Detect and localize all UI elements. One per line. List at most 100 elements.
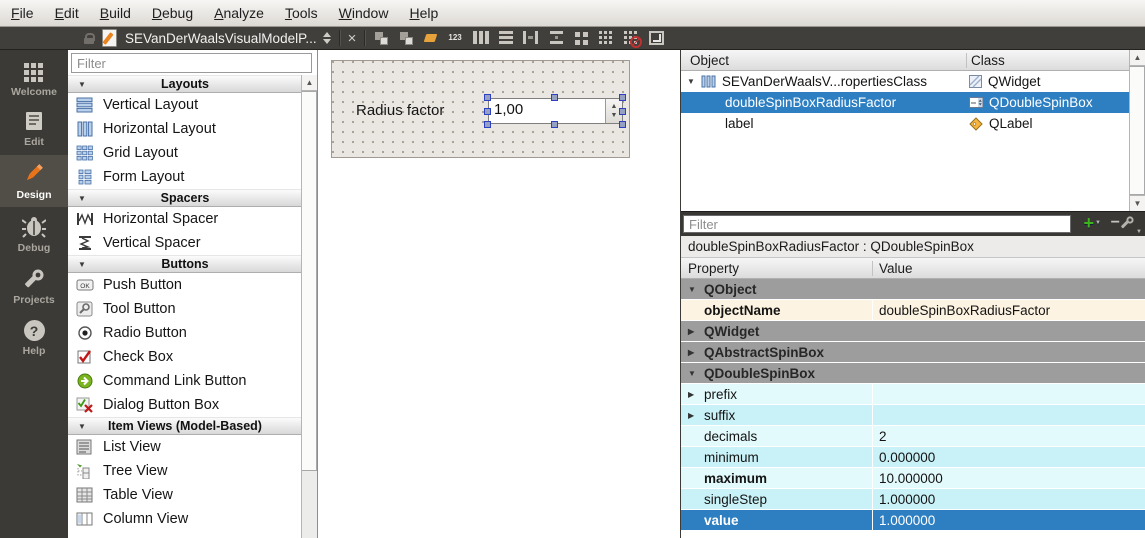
widget-item-radio-button[interactable]: Radio Button [68, 321, 302, 345]
category-item-views[interactable]: ▼ Item Views (Model-Based) [68, 417, 302, 435]
widget-item-tool-button[interactable]: Tool Button [68, 297, 302, 321]
splitter-vertical-icon[interactable] [550, 31, 563, 44]
widget-item-table-view[interactable]: Table View [68, 483, 302, 507]
layout-grid-icon[interactable] [598, 30, 615, 46]
selection-handle-mid-left[interactable] [484, 108, 491, 115]
property-row-suffix[interactable]: ▶suffix [681, 405, 1145, 426]
break-layout-icon[interactable] [623, 30, 640, 46]
property-row-minimum[interactable]: minimum 0.000000 [681, 447, 1145, 468]
chevron-down-icon[interactable]: ▼ [688, 369, 696, 378]
widget-item-dialog-button-box[interactable]: Dialog Button Box [68, 393, 302, 417]
menu-analyze[interactable]: Analyze [214, 5, 264, 21]
widget-item-vertical-layout[interactable]: Vertical Layout [68, 93, 302, 117]
property-group-qdoublespinbox[interactable]: ▼QDoubleSpinBox [681, 363, 1145, 384]
category-buttons[interactable]: ▼ Buttons [68, 255, 302, 273]
spin-up-icon[interactable]: ▲ [611, 104, 618, 110]
scrollbar-thumb[interactable] [1130, 66, 1145, 195]
mode-welcome[interactable]: Welcome [0, 56, 68, 98]
column-object[interactable]: Object [681, 53, 967, 68]
configure-property-editor-button[interactable]: ▼ [1119, 215, 1142, 237]
edit-buddies-icon[interactable] [423, 30, 440, 46]
menu-build[interactable]: Build [100, 5, 131, 21]
chevron-right-icon[interactable]: ▶ [688, 327, 694, 336]
property-row-decimals[interactable]: decimals 2 [681, 426, 1145, 447]
splitter-horizontal-icon[interactable] [523, 31, 538, 44]
selection-handle-top-right[interactable] [619, 94, 626, 101]
widget-filter-input[interactable] [71, 53, 312, 73]
widget-item-push-button[interactable]: OK Push Button [68, 273, 302, 297]
scroll-down-icon[interactable]: ▼ [1130, 195, 1145, 211]
inspector-row-label[interactable]: label QLabel [681, 113, 1129, 134]
selection-handle-bottom-left[interactable] [484, 121, 491, 128]
object-inspector-header[interactable]: Object Class [681, 50, 1129, 71]
chevron-right-icon[interactable]: ▶ [688, 411, 694, 420]
category-spacers[interactable]: ▼ Spacers [68, 189, 302, 207]
inspector-row-doublespinbox[interactable]: doubleSpinBoxRadiusFactor QDoubleSpinBox [681, 92, 1129, 113]
mode-help[interactable]: ? Help [0, 314, 68, 357]
widget-item-list-view[interactable]: List View [68, 435, 302, 459]
selection-handle-bottom-mid[interactable] [551, 121, 558, 128]
chevron-down-icon[interactable]: ▼ [688, 285, 696, 294]
widget-item-command-link-button[interactable]: Command Link Button [68, 369, 302, 393]
scroll-up-icon[interactable]: ▲ [1130, 50, 1145, 66]
adjust-size-icon[interactable] [649, 31, 664, 45]
selection-handle-bottom-right[interactable] [619, 121, 626, 128]
form-canvas[interactable]: Radius factor 1,00 ▲▼ [331, 60, 630, 158]
edit-widgets-icon[interactable] [373, 30, 390, 46]
object-inspector-scrollbar[interactable]: ▲ ▼ [1129, 50, 1145, 211]
property-row-value[interactable]: value 1.000000 [681, 510, 1145, 531]
mode-design[interactable]: Design [0, 155, 68, 207]
edit-signals-slots-icon[interactable] [398, 30, 415, 46]
property-group-qabstractspinbox[interactable]: ▶QAbstractSpinBox [681, 342, 1145, 363]
column-property[interactable]: Property [681, 261, 873, 276]
property-columns-header[interactable]: Property Value [681, 258, 1145, 279]
chevron-right-icon[interactable]: ▶ [688, 348, 694, 357]
edit-tab-order-icon[interactable]: 123 [448, 30, 465, 46]
widget-item-horizontal-spacer[interactable]: Horizontal Spacer [68, 207, 302, 231]
menu-debug[interactable]: Debug [152, 5, 193, 21]
close-document-icon[interactable]: × [348, 31, 357, 46]
menu-file[interactable]: File [11, 5, 34, 21]
menu-help[interactable]: Help [409, 5, 438, 21]
selection-handle-top-mid[interactable] [551, 94, 558, 101]
column-class[interactable]: Class [967, 53, 1005, 68]
widget-item-horizontal-layout[interactable]: Horizontal Layout [68, 117, 302, 141]
mode-debug[interactable]: Debug [0, 210, 68, 254]
widget-item-grid-layout[interactable]: Grid Layout [68, 141, 302, 165]
property-group-qobject[interactable]: ▼QObject [681, 279, 1145, 300]
widget-item-form-layout[interactable]: Form Layout [68, 165, 302, 189]
layout-form-icon[interactable] [573, 30, 590, 46]
mode-projects[interactable]: Projects [0, 262, 68, 306]
menu-window[interactable]: Window [339, 5, 389, 21]
layout-vertical-icon[interactable] [499, 31, 513, 44]
property-group-qwidget[interactable]: ▶QWidget [681, 321, 1145, 342]
selection-handle-top-left[interactable] [484, 94, 491, 101]
selection-handle-mid-right[interactable] [619, 108, 626, 115]
widget-item-vertical-spacer[interactable]: Vertical Spacer [68, 231, 302, 255]
property-row-maximum[interactable]: maximum 10.000000 [681, 468, 1145, 489]
combo-updown-icon[interactable] [323, 32, 331, 44]
property-row-prefix[interactable]: ▶prefix [681, 384, 1145, 405]
widget-box-scrollbar[interactable]: ▲ [301, 75, 317, 538]
menu-edit[interactable]: Edit [55, 5, 79, 21]
category-layouts[interactable]: ▼ Layouts [68, 75, 302, 93]
property-row-singlestep[interactable]: singleStep 1.000000 [681, 489, 1145, 510]
add-dynamic-property-button[interactable]: +▼ [1084, 213, 1101, 235]
widget-item-column-view[interactable]: Column View [68, 507, 302, 531]
menu-tools[interactable]: Tools [285, 5, 318, 21]
scrollbar-thumb[interactable] [302, 91, 317, 471]
column-value[interactable]: Value [873, 261, 913, 276]
form-radius-factor-label[interactable]: Radius factor [356, 102, 444, 119]
layout-horizontal-icon[interactable] [473, 31, 489, 44]
form-document-selector[interactable]: SEVanDerWaalsVisualModelP... [125, 31, 331, 46]
inspector-row-root[interactable]: ▼ SEVanDerWaalsV...ropertiesClass QWidge… [681, 71, 1129, 92]
property-filter-input[interactable] [683, 215, 1071, 233]
property-row-objectname[interactable]: objectName doubleSpinBoxRadiusFactor [681, 300, 1145, 321]
chevron-right-icon[interactable]: ▶ [688, 390, 694, 399]
widget-item-check-box[interactable]: Check Box [68, 345, 302, 369]
lock-icon[interactable] [84, 33, 94, 44]
widget-item-tree-view[interactable]: Tree View [68, 459, 302, 483]
scroll-up-icon[interactable]: ▲ [302, 75, 317, 91]
mode-edit[interactable]: Edit [0, 106, 68, 148]
spin-down-icon[interactable]: ▼ [611, 113, 618, 119]
